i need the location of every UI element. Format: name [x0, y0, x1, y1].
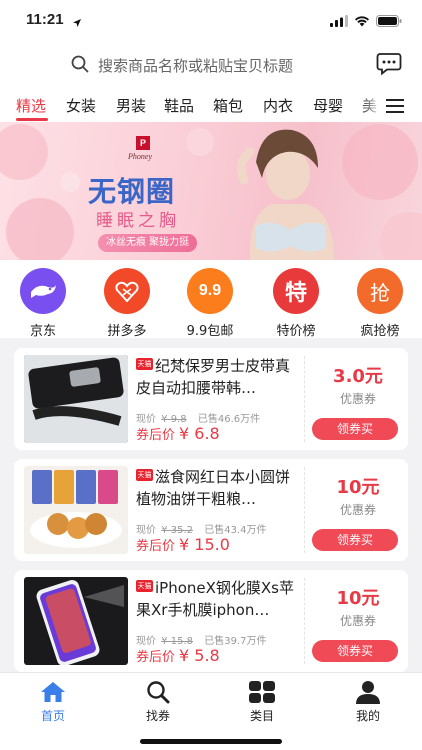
tab-bags[interactable]: 箱包: [213, 95, 243, 116]
product-meta: 现价 ¥ 15.8 已售39.7万件: [136, 632, 266, 647]
tab-underwear[interactable]: 内衣: [263, 95, 293, 116]
card-divider: [304, 467, 305, 553]
product-title: 纪梵保罗男士皮带真皮自动扣腰带韩…: [136, 357, 291, 397]
quick-link-jd[interactable]: 京东: [13, 268, 73, 339]
wifi-icon: [354, 12, 370, 31]
get-coupon-button[interactable]: 领券买: [312, 418, 398, 440]
after-price-label: 券后价: [136, 428, 176, 443]
banner-background: [0, 124, 422, 260]
after-coupon-price: 券后价 ¥ 15.0: [136, 535, 230, 554]
coupon-label: 优惠券: [339, 392, 376, 406]
after-price-label: 券后价: [136, 650, 176, 665]
product-card[interactable]: 天猫 纪梵保罗男士皮带真皮自动扣腰带韩… 现价 ¥ 9.8 已售46.6万件 券…: [14, 348, 408, 450]
product-card[interactable]: 天猫 iPhoneX钢化膜Xs苹果Xr手机膜iphon… 现价 ¥ 15.8 已…: [14, 570, 408, 672]
status-icons: [330, 12, 402, 31]
quick-link-label: 疯抢榜: [360, 324, 400, 339]
coupon-value: 3.0元: [333, 366, 383, 387]
product-image: [24, 355, 128, 443]
quick-links: 京东 拼多多 9.9 9.9包邮 特 特价榜 抢 疯抢榜: [0, 260, 422, 339]
signal-icon: [330, 12, 348, 31]
battery-icon: [376, 12, 402, 31]
tab-maternity[interactable]: 母婴: [313, 95, 343, 116]
nav-label: 类目: [249, 709, 274, 723]
tab-men[interactable]: 男装: [116, 95, 146, 116]
quick-link-pinduoduo[interactable]: 拼多多: [97, 268, 157, 339]
message-icon[interactable]: [376, 52, 402, 80]
active-tab-indicator: [16, 118, 48, 121]
tab-shoes[interactable]: 鞋品: [164, 95, 194, 116]
pinduoduo-icon: [104, 268, 150, 314]
coupon-label: 优惠券: [339, 503, 376, 517]
search-coupon-icon: [128, 679, 188, 705]
tabs-fade: [360, 88, 382, 122]
location-arrow-icon: [72, 13, 82, 32]
product-image: [24, 466, 128, 554]
special-price-icon: 特: [273, 268, 319, 314]
nav-category[interactable]: 类目: [232, 679, 292, 724]
quick-link-special-price[interactable]: 特 特价榜: [266, 268, 326, 339]
app-screen: 11:21 搜索商品名称或粘贴宝贝标题 精选 女装 男装 鞋品 箱包 内衣 母婴…: [0, 0, 422, 750]
banner-tagline: 冰丝无痕 聚拢力挺: [98, 234, 198, 252]
quick-link-nine-nine[interactable]: 9.9 9.9包邮: [180, 268, 240, 339]
nav-profile[interactable]: 我的: [338, 679, 398, 724]
banner-headline: 无钢圈: [88, 175, 176, 208]
after-price-label: 券后价: [136, 539, 176, 554]
product-image: [24, 577, 128, 665]
menu-icon[interactable]: [386, 98, 404, 117]
nav-label: 找券: [145, 709, 170, 723]
jd-icon: [20, 268, 66, 314]
product-title: 滋食网红日本小圆饼植物油饼干粗粮…: [136, 468, 291, 508]
product-meta: 现价 ¥ 9.8 已售46.6万件: [136, 410, 260, 425]
after-price-value: ¥ 15.0: [179, 535, 230, 554]
category-icon: [232, 679, 292, 705]
nav-label: 我的: [355, 709, 380, 723]
nav-label: 首页: [40, 709, 65, 723]
search-input[interactable]: 搜索商品名称或粘贴宝贝标题: [98, 55, 293, 76]
quick-link-label: 9.9包邮: [186, 324, 234, 339]
rush-icon: 抢: [357, 268, 403, 314]
brand-logo: P: [136, 136, 150, 150]
quick-link-label: 特价榜: [276, 324, 316, 339]
product-card[interactable]: 天猫 滋食网红日本小圆饼植物油饼干粗粮… 现价 ¥ 35.2 已售43.4万件 …: [14, 459, 408, 561]
tab-women[interactable]: 女装: [66, 95, 96, 116]
coupon-value: 10元: [336, 588, 380, 609]
card-divider: [304, 578, 305, 664]
nav-find-coupon[interactable]: 找券: [128, 679, 188, 724]
coupon-label: 优惠券: [339, 614, 376, 628]
search-bar[interactable]: 搜索商品名称或粘贴宝贝标题: [0, 42, 422, 88]
tab-featured[interactable]: 精选: [16, 95, 46, 116]
status-time: 11:21: [26, 11, 64, 28]
bottom-nav: 首页 找券 类目 我的: [0, 672, 422, 750]
after-coupon-price: 券后价 ¥ 5.8: [136, 646, 220, 665]
nav-home[interactable]: 首页: [23, 679, 83, 724]
category-tabs: 精选 女装 男装 鞋品 箱包 内衣 母婴 美: [0, 88, 422, 122]
quick-link-rush[interactable]: 抢 疯抢榜: [350, 268, 410, 339]
quick-link-label: 京东: [29, 324, 56, 339]
after-coupon-price: 券后价 ¥ 6.8: [136, 424, 220, 443]
nine-nine-icon: 9.9: [187, 268, 233, 314]
home-icon: [23, 679, 83, 705]
product-title: iPhoneX钢化膜Xs苹果Xr手机膜iphon…: [136, 579, 294, 619]
brand-name: Phoney: [128, 152, 152, 161]
coupon-value: 10元: [336, 477, 380, 498]
get-coupon-button[interactable]: 领券买: [312, 640, 398, 662]
profile-icon: [338, 679, 398, 705]
after-price-value: ¥ 6.8: [179, 424, 220, 443]
status-bar: 11:21: [0, 0, 422, 42]
banner-subheadline: 睡眠之胸: [96, 211, 180, 231]
search-icon: [70, 54, 90, 78]
home-indicator: [140, 739, 282, 744]
card-divider: [304, 356, 305, 442]
get-coupon-button[interactable]: 领券买: [312, 529, 398, 551]
promo-banner[interactable]: P Phoney 无钢圈 睡眠之胸 冰丝无痕 聚拢力挺: [0, 122, 422, 260]
product-meta: 现价 ¥ 35.2 已售43.4万件: [136, 521, 266, 536]
after-price-value: ¥ 5.8: [179, 646, 220, 665]
quick-link-label: 拼多多: [107, 324, 147, 339]
